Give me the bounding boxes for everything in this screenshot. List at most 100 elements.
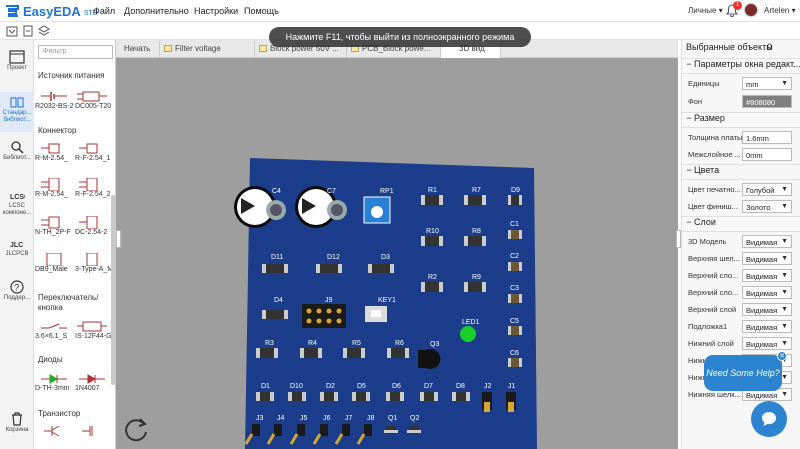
library-item-name[interactable]: N-TH_2P-F — [35, 229, 73, 236]
section-colors[interactable]: − Цвета — [682, 164, 800, 180]
rail-project[interactable]: Проект — [0, 50, 34, 72]
rail-library[interactable]: Библиот... — [0, 140, 34, 162]
library-item-name[interactable]: D-TH-3mm — [35, 385, 73, 392]
led-symbol[interactable] — [39, 372, 69, 385]
category-power[interactable]: Источник питания — [38, 71, 104, 80]
led-led1[interactable] — [460, 326, 476, 342]
layer-visibility-select[interactable]: Видимая▼ — [742, 252, 792, 265]
section-size[interactable]: − Размер — [682, 112, 800, 128]
menu-help[interactable]: Помощь — [244, 6, 279, 16]
close-icon[interactable]: ✕ — [777, 351, 787, 361]
layer-visibility-select[interactable]: Видимая▼ — [742, 235, 792, 248]
document-icon[interactable] — [22, 25, 34, 37]
menu-settings[interactable]: Настройки — [194, 6, 238, 16]
library-item-name[interactable]: R-M-2.54_ — [35, 155, 73, 162]
thickness-input[interactable]: 1.6mm — [742, 131, 792, 144]
header-female-symbol[interactable] — [77, 142, 107, 155]
button-symbol[interactable] — [39, 320, 69, 333]
folder-icon[interactable] — [6, 25, 18, 37]
capacitor-c3[interactable] — [508, 294, 522, 303]
capacitor-c1[interactable] — [508, 230, 522, 239]
layer-visibility-select[interactable]: Видимая▼ — [742, 286, 792, 299]
diode-d1[interactable] — [256, 392, 274, 401]
library-item-name[interactable]: 3-Type-A_M — [75, 266, 113, 273]
layer-visibility-select[interactable]: Видимая▼ — [742, 337, 792, 350]
connector-j2[interactable] — [482, 392, 492, 412]
resistor-r10[interactable] — [421, 236, 443, 246]
capacitor-c6[interactable] — [508, 358, 522, 367]
resistor-r5[interactable] — [343, 348, 365, 358]
diode-d12[interactable] — [316, 264, 342, 273]
pcb-3d-view[interactable]: C4 C7 RP1 R1 R7 D9 R10 R8 C1 C2 D11 D12 … — [116, 58, 678, 449]
interlayer-input[interactable]: 0mm — [742, 148, 792, 161]
library-item-name[interactable]: R-M-2.54_ — [35, 191, 73, 198]
diode-d8[interactable] — [452, 392, 470, 401]
layers-icon[interactable] — [38, 25, 50, 37]
rail-trash[interactable]: Корзина — [0, 412, 34, 434]
resistor-r4[interactable] — [300, 348, 322, 358]
help-chat-bubble[interactable]: Need Some Help? — [704, 355, 782, 391]
layer-visibility-select[interactable]: Видимая▼ — [742, 303, 792, 316]
capacitor-c2[interactable] — [508, 262, 522, 271]
header-female-symbol[interactable] — [77, 178, 107, 191]
library-item-name[interactable]: DB9_Male — [35, 266, 73, 273]
diode-symbol[interactable] — [77, 372, 107, 385]
button-key1[interactable] — [365, 306, 387, 322]
resistor-r2[interactable] — [421, 282, 443, 292]
rail-lcsc[interactable]: LCSC LCSC компоне... — [0, 188, 34, 217]
resistor-r6[interactable] — [387, 348, 409, 358]
menu-file[interactable]: Файл — [93, 6, 115, 16]
diode-d7[interactable] — [420, 392, 438, 401]
header-male-symbol[interactable] — [39, 142, 69, 155]
rail-std-library[interactable]: Стандар... библиот... — [0, 92, 34, 132]
resistor-r9[interactable] — [464, 282, 486, 292]
menu-advanced[interactable]: Дополнительно — [124, 6, 189, 16]
tab-start[interactable]: Начать — [116, 41, 160, 58]
library-item-name[interactable]: R-F-2.54_2 — [75, 191, 113, 198]
terminal-symbol[interactable] — [39, 216, 69, 229]
rail-jlcpcb[interactable]: JLC JLCPCB — [0, 236, 34, 258]
resistor-r8[interactable] — [464, 236, 486, 246]
avatar[interactable] — [744, 3, 758, 17]
mosfet-symbol[interactable] — [77, 424, 107, 437]
usb-symbol[interactable] — [77, 253, 107, 266]
library-item-name[interactable]: R2032-BS-2 — [35, 103, 73, 110]
finish-color-select[interactable]: Золото ▼ — [742, 200, 792, 213]
3d-canvas[interactable]: C4 C7 RP1 R1 R7 D9 R10 R8 C1 C2 D11 D12 … — [116, 58, 678, 449]
diode-d9[interactable] — [508, 195, 522, 205]
library-item-name[interactable]: R-F-2.54_1 — [75, 155, 113, 162]
transistor-q2[interactable] — [407, 426, 421, 434]
category-connector[interactable]: Коннектор — [38, 126, 76, 135]
diode-d3[interactable] — [368, 264, 394, 273]
library-item-name[interactable]: IS-12F44-G — [75, 333, 113, 340]
section-window-params[interactable]: − Параметры окна редакт... — [682, 58, 800, 74]
transistor-q3[interactable] — [418, 349, 441, 369]
layer-visibility-select[interactable]: Видимая▼ — [742, 269, 792, 282]
layer-visibility-select[interactable]: Видимая▼ — [742, 320, 792, 333]
category-transistor[interactable]: Транзистор — [38, 409, 80, 418]
rail-support[interactable]: ? Поддер... — [0, 280, 34, 302]
diode-d6[interactable] — [386, 392, 404, 401]
category-switch[interactable]: Переключатель/ кнопка — [38, 293, 112, 313]
left-panel-toggle[interactable] — [116, 230, 121, 248]
library-item-name[interactable]: DC005-T20 — [75, 103, 113, 110]
rotate-view-icon[interactable] — [122, 416, 150, 444]
library-item-name[interactable]: 1N4007 — [75, 385, 113, 392]
resistor-r1[interactable] — [421, 195, 443, 205]
header-male-symbol[interactable] — [39, 178, 69, 191]
user-menu[interactable]: Artelen ▾ — [764, 6, 796, 15]
header-symbol[interactable] — [77, 216, 107, 229]
resistor-r3[interactable] — [256, 348, 278, 358]
header-j9[interactable] — [302, 304, 346, 328]
library-item-name[interactable]: 3.6×6.1_S — [35, 333, 73, 340]
units-select[interactable]: mm ▼ — [742, 77, 792, 90]
dc-jack-symbol[interactable] — [77, 90, 107, 103]
diode-d11[interactable] — [262, 264, 288, 273]
logo[interactable]: EasyEDA STD — [4, 3, 98, 19]
capacitor-c5[interactable] — [508, 326, 522, 335]
category-diodes[interactable]: Диоды — [38, 355, 63, 364]
chat-button[interactable] — [751, 401, 787, 437]
tab-filter-voltage[interactable]: Filter voltage — [160, 41, 255, 58]
db9-symbol[interactable] — [39, 253, 69, 266]
transistor-symbol[interactable] — [39, 424, 69, 437]
